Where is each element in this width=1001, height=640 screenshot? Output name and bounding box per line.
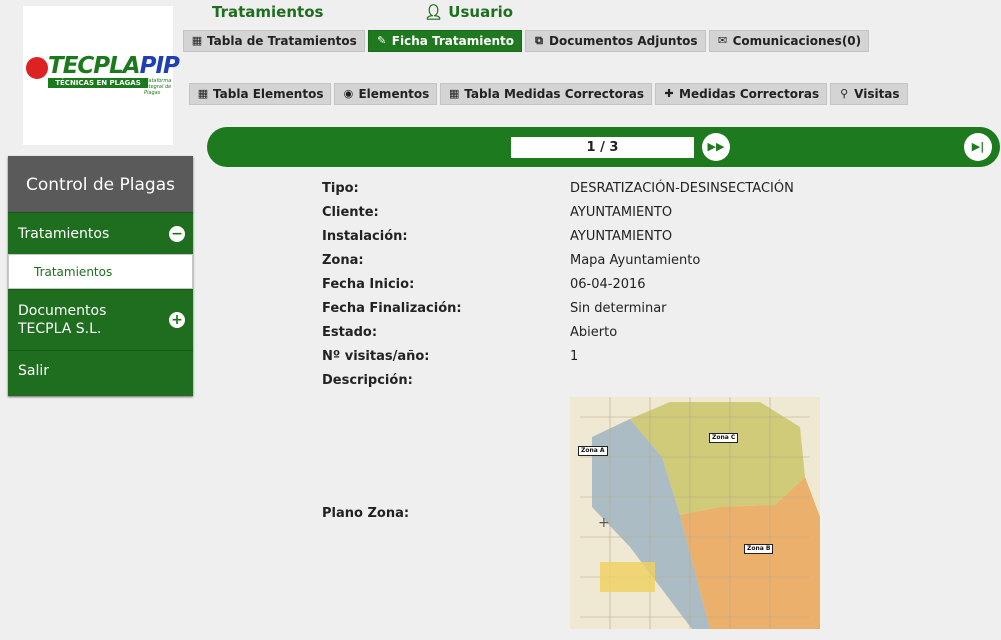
table-icon: ▦ — [197, 87, 209, 100]
logo-brand: TECPLA — [48, 53, 141, 79]
zone-map-drawing: + — [570, 397, 820, 629]
pager-indicator[interactable]: 1 / 3 — [511, 137, 694, 158]
tab-tabla-tratamientos[interactable]: ▦ Tabla de Tratamientos — [183, 30, 365, 52]
user-name: Usuario — [448, 3, 514, 21]
logo-tagline: TÉCNICAS EN PLAGAS — [48, 78, 148, 88]
record-pager: 1 / 3 ▶▶ ▶| — [207, 127, 1000, 167]
tab-tabla-medidas-correctoras[interactable]: ▦ Tabla Medidas Correctoras — [440, 83, 653, 105]
sidebar-subitem-tratamientos[interactable]: Tratamientos — [8, 254, 193, 289]
tab-visitas[interactable]: ⚲ Visitas — [830, 83, 908, 105]
zone-map-image: + Zona A Zona C Zona B — [570, 397, 820, 629]
table-icon: ▦ — [191, 34, 203, 47]
user-icon: 👤︎ — [424, 3, 444, 21]
detail-row-fecha-inicio: Fecha Inicio: 06-04-2016 — [322, 277, 646, 292]
detail-row-estado: Estado: Abierto — [322, 325, 618, 340]
table-icon: ▦ — [449, 87, 460, 100]
sidebar-item-tratamientos[interactable]: Tratamientos − — [8, 212, 193, 254]
step-forward-icon: ▶| — [971, 140, 985, 153]
tab-comunicaciones[interactable]: ✉ Comunicaciones(0) — [708, 30, 870, 52]
logo-brand-accent: PIP — [139, 53, 180, 79]
collapse-icon[interactable]: − — [169, 226, 185, 242]
zone-c-label: Zona C — [709, 433, 739, 443]
svg-text:+: + — [598, 515, 610, 531]
user-menu[interactable]: 👤︎ Usuario — [424, 3, 513, 21]
bug-icon — [26, 57, 48, 79]
map-marker-icon: ⚲ — [840, 87, 849, 100]
comments-icon: ✉ — [717, 34, 728, 47]
medkit-icon: ✚ — [664, 87, 674, 100]
detail-row-instalacion: Instalación: AYUNTAMIENTO — [322, 229, 673, 244]
page-title: Tratamientos — [212, 3, 324, 21]
zone-b-label: Zona B — [744, 544, 774, 554]
tab-documentos-adjuntos[interactable]: ⧉ Documentos Adjuntos — [525, 30, 706, 52]
logo-slogan: Plataforma Integral de Plagas — [144, 78, 172, 96]
pencil-icon: ✎ — [377, 34, 387, 47]
copy-icon: ⧉ — [535, 34, 543, 47]
zone-a-label: Zona A — [578, 446, 608, 456]
tab-elementos[interactable]: ◉ Elementos — [334, 83, 438, 105]
detail-row-fecha-finalizacion: Fecha Finalización: Sin determinar — [322, 301, 667, 316]
tab-medidas-correctoras[interactable]: ✚ Medidas Correctoras — [655, 83, 828, 105]
fast-forward-icon: ▶▶ — [707, 140, 725, 153]
detail-row-visitas-ano: Nº visitas/año: 1 — [322, 349, 579, 364]
next-record-button[interactable]: ▶▶ — [702, 133, 730, 161]
detail-row-cliente: Cliente: AYUNTAMIENTO — [322, 205, 673, 220]
sidebar-title: Control de Plagas — [8, 156, 193, 212]
sidebar-item-salir[interactable]: Salir — [8, 350, 193, 392]
sidebar-item-documentos[interactable]: Documentos TECPLA S.L. + — [8, 289, 193, 350]
company-logo: TECPLAPIP TÉCNICAS EN PLAGAS Plataforma … — [23, 6, 180, 145]
detail-row-zona: Zona: Mapa Ayuntamiento — [322, 253, 701, 268]
tab-ficha-tratamiento[interactable]: ✎ Ficha Tratamiento — [367, 30, 523, 52]
sidebar: Control de Plagas Tratamientos − Tratami… — [8, 156, 193, 396]
detail-row-descripcion: Descripción: — [322, 373, 413, 388]
tab-tabla-elementos[interactable]: ▦ Tabla Elementos — [189, 83, 332, 105]
last-record-button[interactable]: ▶| — [964, 133, 992, 161]
circle-icon: ◉ — [343, 87, 354, 100]
expand-icon[interactable]: + — [169, 312, 185, 328]
detail-row-tipo: Tipo: DESRATIZACIÓN-DESINSECTACIÓN — [322, 181, 794, 196]
